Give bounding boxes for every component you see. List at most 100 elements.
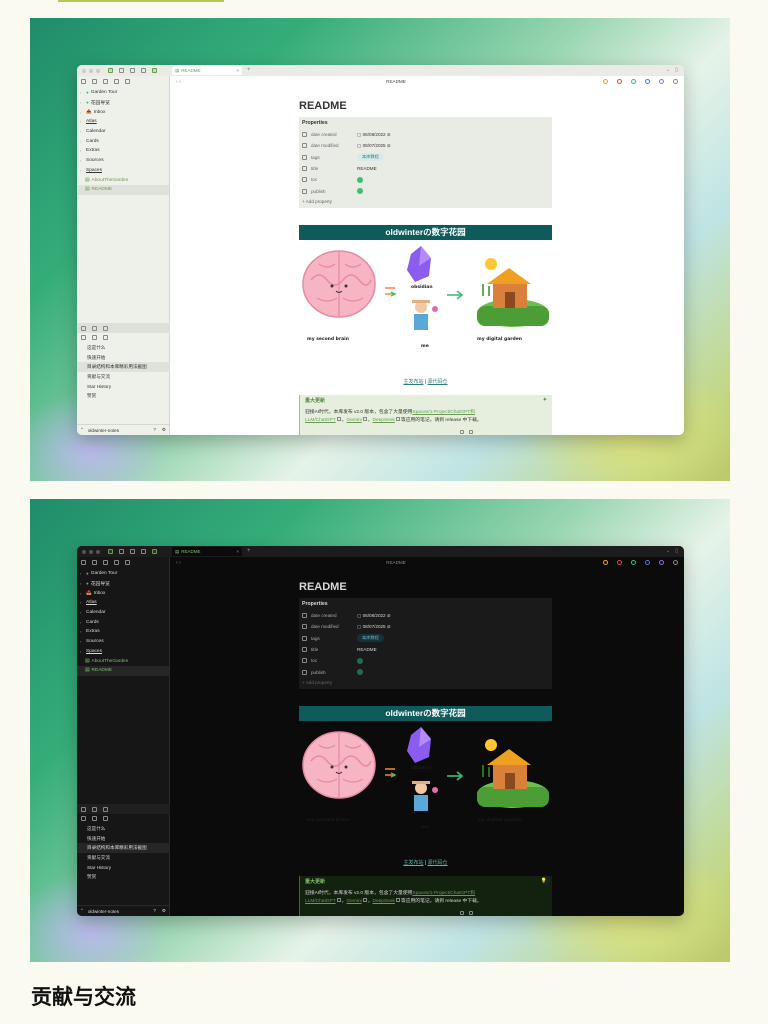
- tree-item-atlas[interactable]: › Atlas: [77, 117, 169, 127]
- sidebar-right-icon[interactable]: ▯: [675, 67, 678, 73]
- new-note-icon[interactable]: [81, 78, 86, 84]
- close-icon[interactable]: [125, 78, 130, 84]
- vault-switcher[interactable]: ⌃ oldwinter-notes ? ⚙: [77, 424, 170, 435]
- minimize-dot[interactable]: [89, 549, 93, 554]
- tree-item-sources[interactable]: › Sources: [77, 637, 169, 647]
- search-icon[interactable]: [119, 68, 124, 73]
- new-tab-icon[interactable]: +: [247, 548, 251, 554]
- action-icon[interactable]: [645, 560, 650, 565]
- collapse-icon[interactable]: [114, 559, 119, 565]
- help-icon[interactable]: ?: [153, 427, 156, 433]
- check-icon[interactable]: [357, 188, 363, 195]
- property-row[interactable]: date created ▢ 06/08/2022 ⊘: [302, 129, 549, 140]
- tree-item-sources[interactable]: › Sources: [77, 156, 169, 166]
- property-row[interactable]: date created ▢ 06/08/2022 ⊘: [302, 610, 549, 621]
- repo-link[interactable]: 源代码仓: [428, 860, 448, 866]
- chatgpt-link[interactable]: Spaces/1-Project/ChatGPT和: [412, 410, 475, 415]
- tree-item-readme[interactable]: ▤ README: [77, 665, 169, 676]
- outline-item[interactable]: 这是什么: [77, 824, 170, 834]
- search-icon[interactable]: [81, 816, 86, 821]
- property-row[interactable]: publish: [302, 185, 549, 196]
- outline-item[interactable]: 贡献与交流: [77, 372, 170, 382]
- action-icon[interactable]: [659, 560, 664, 565]
- more-icon[interactable]: [673, 79, 678, 84]
- action-icon[interactable]: [631, 79, 636, 84]
- maximize-dot[interactable]: [96, 68, 100, 73]
- tree-item-readme[interactable]: ▤ README: [77, 184, 169, 195]
- search-icon[interactable]: [119, 549, 124, 554]
- outline-item[interactable]: 这是什么: [77, 343, 170, 353]
- chevron-down-icon[interactable]: ⌄: [666, 67, 670, 73]
- gear-icon[interactable]: ⚙: [162, 427, 166, 433]
- list-icon[interactable]: [92, 335, 97, 340]
- sidebar-toggle-icon[interactable]: [152, 549, 157, 554]
- gear-icon[interactable]: ⚙: [162, 908, 166, 914]
- tree-item-inbox[interactable]: › 📥 Inbox: [77, 588, 169, 598]
- property-row[interactable]: title README: [302, 163, 549, 174]
- check-icon[interactable]: [357, 669, 363, 676]
- outline-item[interactable]: 目录结构和本库精彩用法截图: [77, 362, 170, 373]
- add-property-button[interactable]: + Add property: [302, 199, 549, 204]
- close-icon[interactable]: [103, 335, 108, 340]
- outline-icon[interactable]: [81, 325, 86, 331]
- tree-item-garden-guide[interactable]: › ● 花园导览: [77, 98, 169, 108]
- minimize-dot[interactable]: [89, 68, 93, 73]
- outline-item[interactable]: 快速开始: [77, 353, 170, 363]
- property-row[interactable]: title README: [302, 644, 549, 655]
- action-icon[interactable]: [645, 79, 650, 84]
- deepseek-link[interactable]: DeepSeek: [373, 899, 395, 904]
- outline-item[interactable]: 目录结构和本库精彩用法截图: [77, 843, 170, 854]
- outline-item[interactable]: Star History: [77, 382, 170, 392]
- property-row[interactable]: publish: [302, 666, 549, 677]
- close-dot[interactable]: [82, 549, 86, 554]
- tree-item-about[interactable]: ▤ AboutTheGarden: [77, 175, 169, 185]
- new-tab-icon[interactable]: +: [247, 67, 251, 73]
- outline-item[interactable]: Star History: [77, 863, 170, 873]
- chevron-down-icon[interactable]: ⌄: [666, 548, 670, 554]
- tree-item-spaces[interactable]: › Spaces: [77, 647, 169, 657]
- check-icon[interactable]: [357, 176, 363, 183]
- vault-switcher[interactable]: ⌃ oldwinter-notes ? ⚙: [77, 905, 170, 916]
- outline-icon[interactable]: [81, 806, 86, 812]
- sidebar-toggle-icon[interactable]: [152, 68, 157, 73]
- sort-icon[interactable]: [103, 78, 108, 84]
- files-icon[interactable]: [108, 549, 113, 554]
- check-icon[interactable]: [357, 657, 363, 664]
- tag-chip[interactable]: 本库教程: [357, 634, 384, 643]
- close-dot[interactable]: [82, 68, 86, 73]
- tree-item-atlas[interactable]: › Atlas: [77, 598, 169, 608]
- tags-icon[interactable]: [103, 806, 108, 812]
- maximize-dot[interactable]: [96, 549, 100, 554]
- files-icon[interactable]: [108, 68, 113, 73]
- sidebar-right-icon[interactable]: ▯: [675, 548, 678, 554]
- main-site-link[interactable]: 主发布站: [403, 379, 423, 385]
- tree-item-about[interactable]: ▤ AboutTheGarden: [77, 656, 169, 666]
- property-row[interactable]: toc: [302, 655, 549, 666]
- main-site-link[interactable]: 主发布站: [403, 860, 423, 866]
- repo-link[interactable]: 源代码仓: [428, 379, 448, 385]
- tree-item-calendar[interactable]: › Calendar: [77, 127, 169, 137]
- close-tab-icon[interactable]: ×: [236, 68, 239, 73]
- llm-link[interactable]: LLM/ChatGPT: [305, 418, 336, 423]
- outline-item[interactable]: 赞赏: [77, 391, 170, 401]
- tab-readme[interactable]: ▤ README ×: [172, 547, 242, 556]
- close-icon[interactable]: [125, 559, 130, 565]
- edit-icon[interactable]: ✦: [543, 397, 547, 404]
- property-row[interactable]: tags 本库教程: [302, 152, 549, 163]
- search-icon[interactable]: [81, 335, 86, 340]
- tree-item-calendar[interactable]: › Calendar: [77, 608, 169, 618]
- property-row[interactable]: toc: [302, 174, 549, 185]
- new-folder-icon[interactable]: [92, 78, 97, 84]
- property-row[interactable]: date modified ▢ 08/07/2025 ⊘: [302, 140, 549, 151]
- tree-item-cards[interactable]: › Cards: [77, 136, 169, 146]
- tag-icon[interactable]: [141, 549, 146, 554]
- tag-icon[interactable]: [141, 68, 146, 73]
- bookmark-icon[interactable]: [130, 68, 135, 73]
- add-property-button[interactable]: + Add property: [302, 680, 549, 685]
- tab-readme[interactable]: ▤ README ×: [172, 66, 242, 75]
- action-icon[interactable]: [603, 560, 608, 565]
- collapse-icon[interactable]: [114, 78, 119, 84]
- tree-item-spaces[interactable]: › Spaces: [77, 166, 169, 176]
- tree-item-garden-tour[interactable]: › ● Garden Tour: [77, 88, 169, 98]
- help-icon[interactable]: ?: [153, 908, 156, 914]
